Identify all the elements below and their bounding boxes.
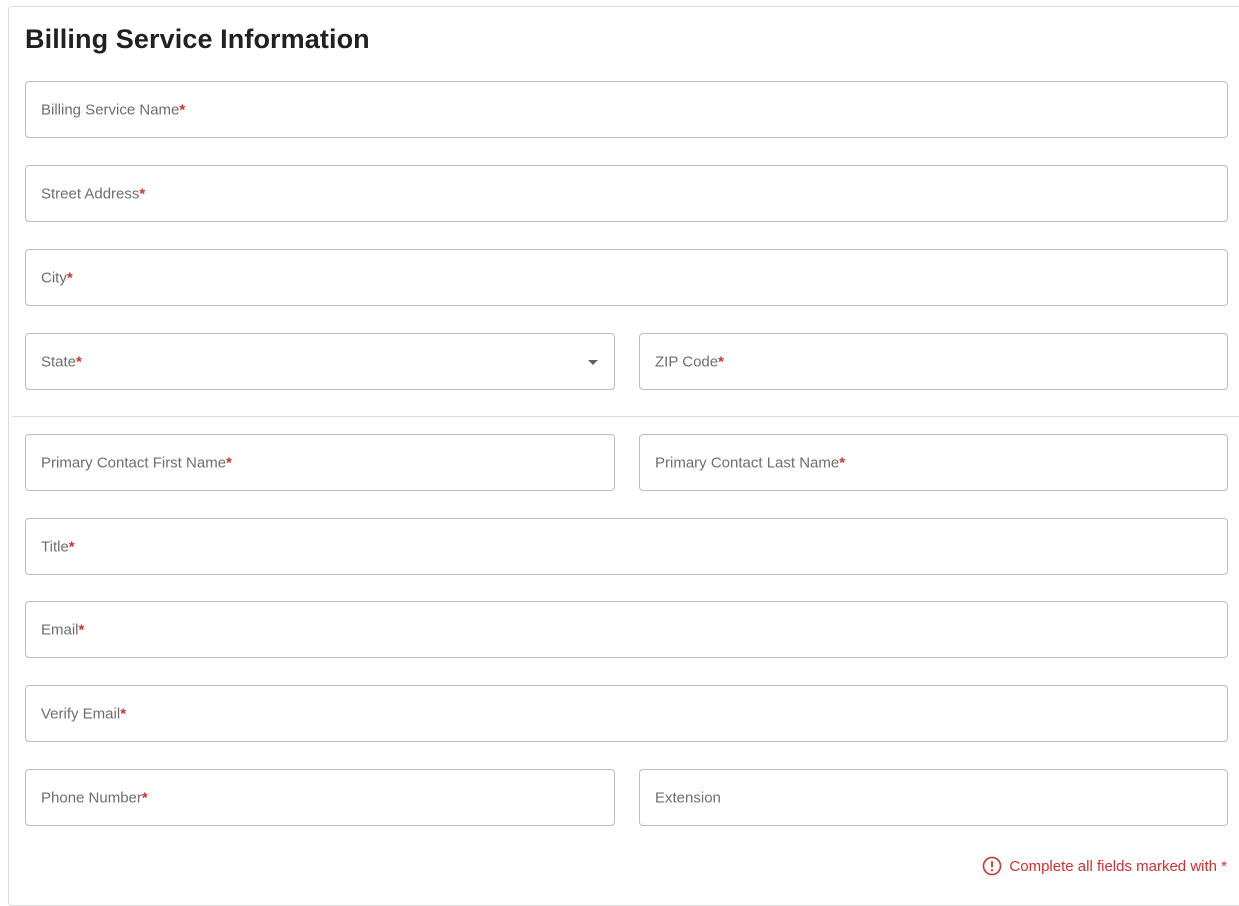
title-field[interactable]: Title* (25, 518, 1228, 575)
street-address-field[interactable]: Street Address* (25, 165, 1228, 222)
email-label: Email* (41, 621, 85, 638)
title-label: Title* (41, 538, 75, 555)
section-title: Billing Service Information (25, 24, 370, 54)
verify-email-label: Verify Email* (41, 705, 127, 722)
street-address-label: Street Address* (41, 185, 146, 202)
city-field[interactable]: City* (25, 249, 1228, 306)
phone-number-field[interactable]: Phone Number* (25, 769, 615, 826)
city-label: City* (41, 269, 73, 286)
primary-contact-last-name-label: Primary Contact Last Name* (655, 454, 846, 471)
billing-service-name-label: Billing Service Name* (41, 101, 186, 118)
zip-code-field[interactable]: ZIP Code* (639, 333, 1228, 390)
alert-circle-icon (983, 856, 1002, 876)
state-label: State* (41, 353, 82, 370)
phone-number-label: Phone Number* (41, 789, 148, 806)
email-field[interactable]: Email* (25, 601, 1228, 658)
section-divider (12, 416, 1239, 417)
extension-field[interactable]: Extension (639, 769, 1228, 826)
verify-email-field[interactable]: Verify Email* (25, 685, 1228, 742)
primary-contact-first-name-label: Primary Contact First Name* (41, 454, 232, 471)
billing-service-name-field[interactable]: Billing Service Name* (25, 81, 1228, 138)
extension-label: Extension (655, 789, 721, 806)
required-fields-hint-text: Complete all fields marked with * (1009, 857, 1227, 875)
primary-contact-first-name-field[interactable]: Primary Contact First Name* (25, 434, 615, 491)
zip-code-label: ZIP Code* (655, 353, 724, 370)
primary-contact-last-name-field[interactable]: Primary Contact Last Name* (639, 434, 1228, 491)
caret-down-icon[interactable] (588, 359, 598, 365)
required-fields-hint: Complete all fields marked with * (982, 855, 1227, 877)
state-select[interactable]: State* (25, 333, 615, 390)
